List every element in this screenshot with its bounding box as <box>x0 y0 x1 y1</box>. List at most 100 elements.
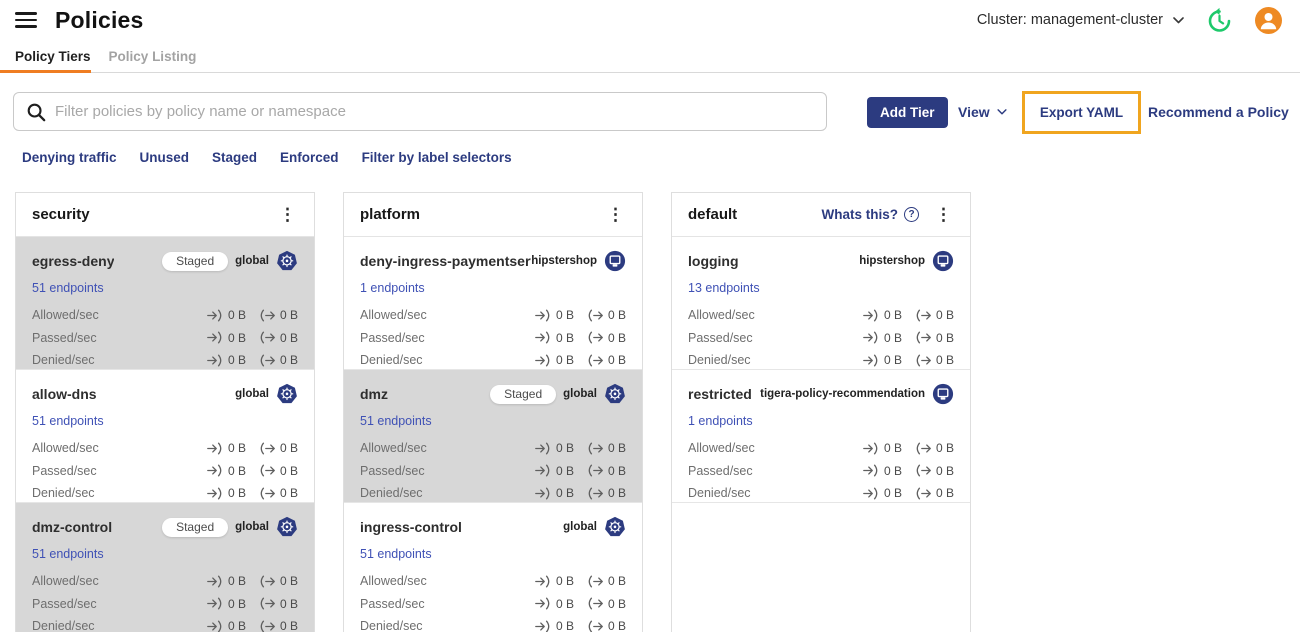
metric-row: Passed/sec 0 B 0 B <box>360 327 626 350</box>
global-scope-icon <box>276 516 298 538</box>
ingress-icon <box>535 331 551 344</box>
tab-policy-listing[interactable]: Policy Listing <box>109 40 197 72</box>
export-yaml-button[interactable]: Export YAML <box>1022 91 1141 134</box>
tier-column-default: default Whats this? ? ⋮ logging hipsters… <box>671 192 971 632</box>
ingress-value: 0 B <box>227 574 246 589</box>
policy-scope: hipstershop <box>531 255 597 267</box>
egress-value: 0 B <box>279 574 298 589</box>
policy-scope: global <box>563 388 597 400</box>
metric-rows: Allowed/sec 0 B0 B Passed/sec 0 B0 B Denied/… <box>360 570 626 632</box>
tier-header: security ⋮ <box>16 193 314 237</box>
ingress-value: 0 B <box>883 308 902 323</box>
metric-label: Passed/sec <box>688 463 753 478</box>
metric-label: Allowed/sec <box>32 441 99 456</box>
kebab-menu-icon[interactable]: ⋮ <box>931 204 956 225</box>
whats-this-label: Whats this? <box>821 207 899 222</box>
filter-enforced[interactable]: Enforced <box>280 150 339 165</box>
kebab-menu-icon[interactable]: ⋮ <box>275 204 300 225</box>
tab-policy-tiers[interactable]: Policy Tiers <box>0 40 91 73</box>
metric-rows: Allowed/sec 0 B0 B Passed/sec 0 B0 B Denied/… <box>360 437 626 505</box>
egress-icon <box>587 331 603 344</box>
ingress-value: 0 B <box>555 463 574 478</box>
endpoints-link[interactable]: 51 endpoints <box>360 414 432 428</box>
ingress-value: 0 B <box>555 574 574 589</box>
menu-icon[interactable] <box>15 12 37 28</box>
metric-label: Passed/sec <box>360 596 425 611</box>
endpoints-link[interactable]: 1 endpoints <box>360 281 425 295</box>
egress-icon <box>587 597 603 610</box>
tier-column-platform: platform ⋮ deny-ingress-paymentservi… hi… <box>343 192 643 632</box>
whats-this-link[interactable]: Whats this? ? <box>821 207 919 222</box>
filter-by-label-selectors[interactable]: Filter by label selectors <box>362 150 512 165</box>
policy-card[interactable]: allow-dns global 51 endpoints Allowed/se… <box>16 370 314 503</box>
policy-name: logging <box>688 253 739 269</box>
help-circle-icon: ? <box>904 207 919 222</box>
endpoints-link[interactable]: 51 endpoints <box>360 547 432 561</box>
add-tier-button[interactable]: Add Tier <box>867 97 948 128</box>
view-button[interactable]: View <box>958 92 1007 131</box>
egress-value: 0 B <box>935 441 954 456</box>
egress-value: 0 B <box>607 308 626 323</box>
endpoints-link[interactable]: 51 endpoints <box>32 281 104 295</box>
ingress-value: 0 B <box>555 486 574 501</box>
policy-card[interactable]: logging hipstershop 13 endpoints Allowed… <box>672 237 970 370</box>
policy-search <box>13 92 827 131</box>
tier-body: egress-deny Staged global 51 endpoints A… <box>16 237 314 632</box>
tiers-row: security ⋮ egress-deny Staged global 51 … <box>0 192 1300 632</box>
kebab-menu-icon[interactable]: ⋮ <box>603 204 628 225</box>
policy-card[interactable]: dmz Staged global 51 endpoints Allowed/s… <box>344 370 642 503</box>
egress-icon <box>915 354 931 367</box>
policy-card[interactable]: dmz-control Staged global 51 endpoints A… <box>16 503 314 632</box>
tier-header: default Whats this? ? ⋮ <box>672 193 970 237</box>
ingress-icon <box>207 464 223 477</box>
tier-name: security <box>32 206 90 223</box>
recommend-policy-button[interactable]: Recommend a Policy <box>1148 92 1289 131</box>
egress-icon <box>259 309 275 322</box>
egress-value: 0 B <box>279 596 298 611</box>
metric-row: Passed/sec 0 B 0 B <box>360 460 626 483</box>
metric-row: Passed/sec 0 B 0 B <box>688 327 954 350</box>
metric-row: Allowed/sec 0 B 0 B <box>688 304 954 327</box>
tier-column-security: security ⋮ egress-deny Staged global 51 … <box>15 192 315 632</box>
user-avatar-icon[interactable] <box>1255 6 1282 34</box>
metric-row: Allowed/sec 0 B 0 B <box>32 437 298 460</box>
metric-row: Passed/sec 0 B 0 B <box>32 460 298 483</box>
egress-icon <box>587 354 603 367</box>
metric-rows: Allowed/sec 0 B0 B Passed/sec 0 B0 B Denied/… <box>688 437 954 505</box>
chevron-down-icon <box>1173 16 1184 24</box>
global-scope-icon <box>604 383 626 405</box>
policy-card[interactable]: deny-ingress-paymentservi… hipstershop 1… <box>344 237 642 370</box>
policy-card[interactable]: restricted tigera-policy-recommendation … <box>672 370 970 503</box>
filter-unused[interactable]: Unused <box>140 150 190 165</box>
filter-staged[interactable]: Staged <box>212 150 257 165</box>
endpoints-link[interactable]: 51 endpoints <box>32 414 104 428</box>
ingress-icon <box>207 442 223 455</box>
metric-label: Denied/sec <box>32 353 95 368</box>
endpoints-link[interactable]: 1 endpoints <box>688 414 753 428</box>
cluster-selector[interactable]: Cluster: management-cluster <box>977 12 1184 28</box>
endpoints-link[interactable]: 51 endpoints <box>32 547 104 561</box>
tier-name: default <box>688 206 738 223</box>
ingress-icon <box>535 354 551 367</box>
ingress-value: 0 B <box>227 308 246 323</box>
endpoints-link[interactable]: 13 endpoints <box>688 281 760 295</box>
ingress-icon <box>535 597 551 610</box>
metric-label: Allowed/sec <box>688 441 755 456</box>
egress-icon <box>259 331 275 344</box>
metric-row: Passed/sec 0 B 0 B <box>32 327 298 350</box>
egress-value: 0 B <box>607 463 626 478</box>
egress-icon <box>259 575 275 588</box>
egress-value: 0 B <box>279 308 298 323</box>
policy-card[interactable]: egress-deny Staged global 51 endpoints A… <box>16 237 314 370</box>
metric-label: Allowed/sec <box>360 441 427 456</box>
search-input[interactable] <box>55 103 814 120</box>
policy-scope: global <box>235 255 269 267</box>
metric-row: Allowed/sec 0 B 0 B <box>360 570 626 593</box>
metric-row: Allowed/sec 0 B 0 B <box>360 437 626 460</box>
egress-value: 0 B <box>279 353 298 368</box>
ingress-icon <box>207 487 223 500</box>
policy-name: restricted <box>688 386 752 402</box>
policy-card[interactable]: ingress-control global 51 endpoints Allo… <box>344 503 642 632</box>
filter-denying-traffic[interactable]: Denying traffic <box>22 150 117 165</box>
history-icon[interactable] <box>1206 7 1233 34</box>
